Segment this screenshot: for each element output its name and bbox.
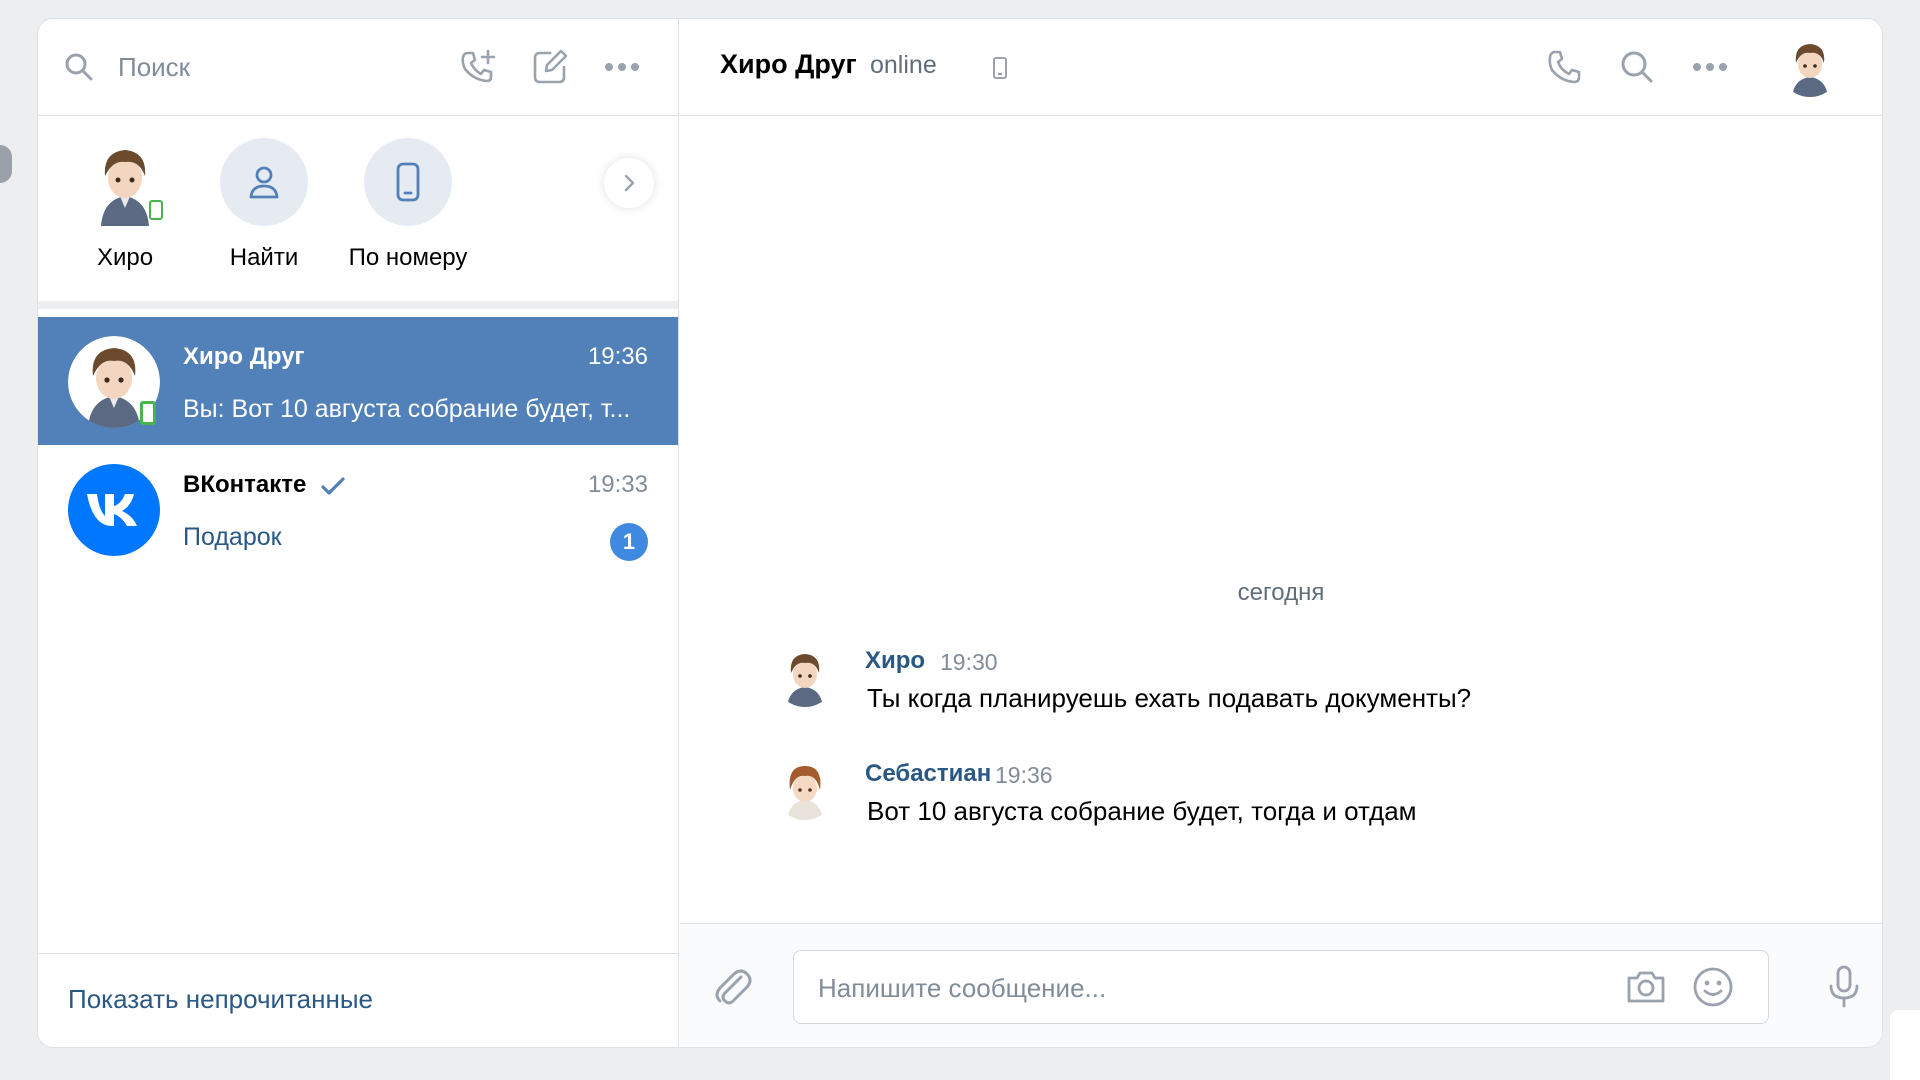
mobile-online-icon	[140, 401, 156, 425]
chat-header: Хиро Друг online	[680, 19, 1882, 116]
message-time: 19:36	[995, 762, 1053, 788]
message-text: Ты когда планируешь ехать подавать докум…	[867, 683, 1472, 713]
smile-icon[interactable]	[1691, 965, 1735, 1009]
quick-by-number-button[interactable]: По номеру	[338, 138, 478, 272]
chat-last-message: Подарок	[183, 523, 282, 551]
message-author[interactable]: Себастиан	[865, 760, 991, 788]
camera-icon[interactable]	[1624, 965, 1668, 1009]
chat-time: 19:33	[587, 471, 648, 498]
quick-action-label: Найти	[229, 244, 299, 271]
chat-name: ВКонтакте	[183, 471, 307, 498]
chat-panel: Хиро Друг online сегодня Хиро 19:30 Ты к…	[680, 19, 1882, 1047]
conversations-header	[38, 19, 678, 116]
verified-icon	[321, 477, 345, 495]
chat-last-message: Вы: Вот 10 августа собрание будет, т...	[183, 395, 631, 423]
chat-item-vkontakte[interactable]: ВКонтакте 19:33 Подарок 1	[38, 445, 678, 573]
chat-name: Хиро Друг	[183, 343, 305, 370]
chevron-right-icon[interactable]	[604, 158, 654, 208]
more-icon[interactable]	[1688, 45, 1732, 89]
message-input[interactable]	[818, 971, 1518, 1005]
search-icon[interactable]	[1615, 45, 1659, 89]
conversations-footer: Показать непрочитанные	[38, 953, 678, 1047]
more-icon[interactable]	[600, 45, 644, 89]
peer-name[interactable]: Хиро Друг	[720, 49, 857, 80]
avatar[interactable]	[775, 760, 835, 820]
date-separator: сегодня	[1237, 579, 1325, 606]
window-edge-handle	[0, 145, 12, 183]
show-unread-link[interactable]: Показать непрочитанные	[68, 984, 373, 1015]
chat-item-hiro-friend[interactable]: Хиро Друг 19:36 Вы: Вот 10 августа собра…	[38, 317, 678, 445]
message-input-box	[793, 950, 1769, 1024]
quick-find-button[interactable]: Найти	[199, 138, 329, 272]
attach-icon[interactable]	[710, 964, 756, 1010]
mobile-status-icon	[993, 57, 1007, 79]
add-call-icon[interactable]	[456, 45, 500, 89]
quick-action-label: По номеру	[348, 244, 468, 271]
quick-actions: Хиро Найти По номеру	[38, 116, 678, 309]
avatar[interactable]	[1780, 37, 1840, 97]
user-icon	[249, 166, 279, 199]
chat-time: 19:36	[587, 343, 648, 370]
message-text: Вот 10 августа собрание будет, тогда и о…	[867, 796, 1417, 826]
quick-action-label: Хиро	[96, 244, 154, 271]
avatar	[81, 138, 169, 226]
search-input[interactable]	[118, 49, 418, 85]
mobile-online-icon	[149, 200, 163, 220]
conversations-panel: Хиро Найти По номеру	[38, 19, 679, 1047]
find-circle	[220, 138, 308, 226]
phone-device-icon	[396, 162, 420, 202]
message-time: 19:30	[940, 649, 998, 675]
call-icon[interactable]	[1543, 45, 1587, 89]
vk-logo-icon	[68, 464, 160, 556]
avatar[interactable]	[775, 647, 835, 707]
corner-widget	[1890, 1010, 1920, 1080]
compose-icon[interactable]	[528, 45, 572, 89]
quick-contact-hiro[interactable]: Хиро	[60, 138, 190, 272]
message-composer	[680, 923, 1882, 1047]
peer-status: online	[870, 51, 937, 79]
search-icon	[65, 53, 93, 81]
message-author[interactable]: Хиро	[865, 647, 925, 675]
messenger-window: Хиро Найти По номеру	[37, 18, 1883, 1048]
unread-badge: 1	[610, 523, 648, 561]
mic-icon[interactable]	[1822, 962, 1866, 1012]
by-number-circle	[364, 138, 452, 226]
